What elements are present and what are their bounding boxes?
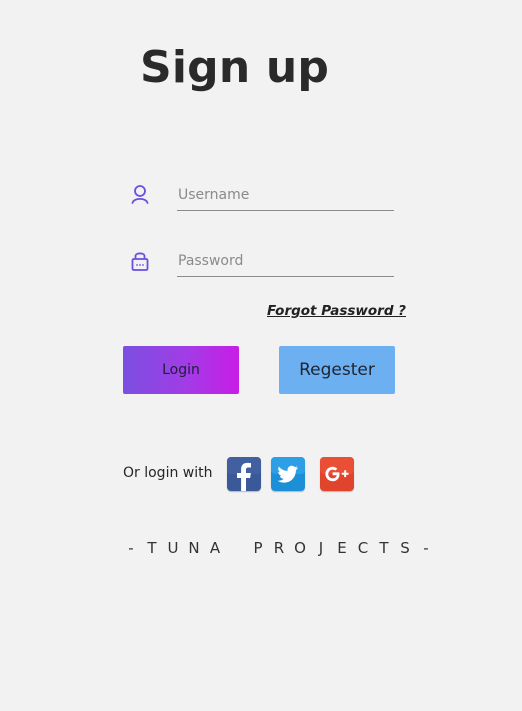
register-button[interactable]: Regester (279, 346, 395, 394)
username-underline (177, 210, 394, 211)
password-input[interactable] (177, 248, 394, 274)
twitter-login-button[interactable] (271, 457, 305, 491)
facebook-icon (227, 457, 261, 491)
page-title: Sign up (140, 42, 330, 93)
username-input[interactable] (177, 182, 394, 208)
password-field-group (130, 248, 394, 290)
login-button[interactable]: Login (123, 346, 239, 394)
username-field-group (130, 182, 394, 224)
google-plus-login-button[interactable] (320, 457, 354, 491)
lock-icon (130, 250, 150, 272)
forgot-password-link[interactable]: Forgot Password ? (267, 303, 406, 319)
google-plus-icon (320, 457, 354, 491)
user-icon (130, 184, 150, 206)
social-login-label: Or login with (123, 465, 213, 481)
password-underline (177, 276, 394, 277)
facebook-login-button[interactable] (227, 457, 261, 491)
twitter-icon (271, 457, 305, 491)
footer-brand: -TUNAPROJECTS- (128, 539, 430, 557)
